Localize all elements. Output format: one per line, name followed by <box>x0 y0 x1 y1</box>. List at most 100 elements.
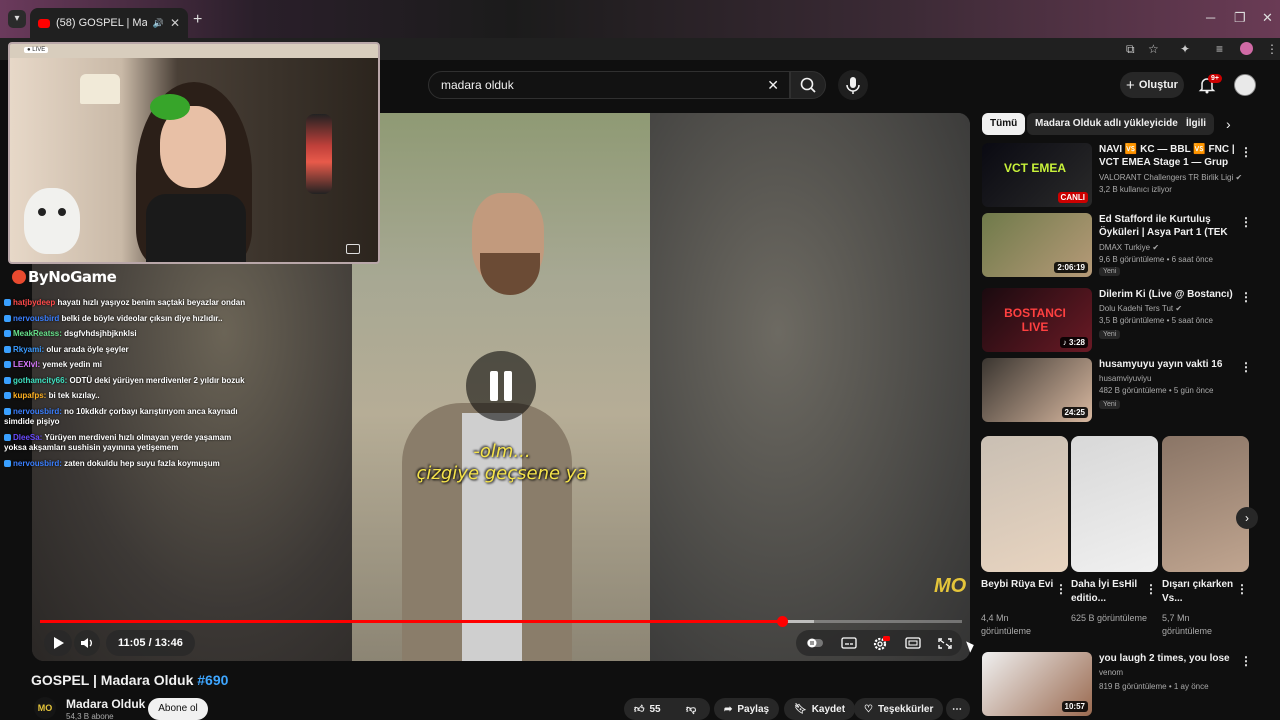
create-label: Oluştur <box>1138 79 1178 91</box>
clear-search-icon[interactable]: ✕ <box>767 77 779 94</box>
recommendation-channel[interactable]: VALORANT Challengers TR Birlik Ligi ✔ <box>1099 173 1242 182</box>
short-title[interactable]: Daha İyi EsHil editio... <box>1071 578 1145 606</box>
recommendation-thumbnail[interactable]: BOSTANCI LIVE ♪ 3:28 <box>982 288 1092 352</box>
voice-search-button[interactable] <box>838 70 868 100</box>
thanks-button[interactable]: ♡ Teşekkürler <box>854 698 944 720</box>
more-options-icon[interactable]: ⋮ <box>1240 145 1252 159</box>
chat-text: dsgfvhdsjhbjknklsi <box>64 329 137 338</box>
more-options-icon[interactable]: ⋮ <box>1145 582 1157 596</box>
recommendation-thumbnail[interactable]: 24:25 <box>982 358 1092 422</box>
more-options-icon[interactable]: ⋮ <box>1240 215 1252 229</box>
video-hashtag[interactable]: #690 <box>197 672 228 688</box>
close-window-button[interactable]: ✕ <box>1262 10 1273 26</box>
recommendation-item[interactable]: 10:57 you laugh 2 times, you lose venom … <box>982 652 1272 718</box>
more-options-icon[interactable]: ⋮ <box>1055 582 1067 596</box>
short-thumbnail[interactable] <box>981 436 1068 572</box>
recommendation-thumbnail[interactable]: 2:06:19 <box>982 213 1092 277</box>
chat-text: olur arada öyle şeyler <box>46 344 129 354</box>
tab-close-icon[interactable]: ✕ <box>170 16 180 30</box>
new-tab-button[interactable]: + <box>193 11 202 29</box>
share-label: Paylaş <box>737 703 770 715</box>
minimize-button[interactable]: ─ <box>1206 10 1215 25</box>
short-title[interactable]: Beybi Rüya Evi <box>981 578 1055 592</box>
save-button[interactable]: 🔖︎ Kaydet <box>784 698 856 720</box>
thanks-heart-icon: ♡ <box>864 703 873 715</box>
more-options-icon[interactable]: ⋮ <box>1236 582 1248 596</box>
recommendation-title[interactable]: husamyuyu yayın vakti 16 <box>1099 358 1239 371</box>
recommendation-channel[interactable]: husamviyuviyu <box>1099 374 1151 383</box>
create-button[interactable]: + Oluştur <box>1120 72 1184 98</box>
autoplay-toggle-icon[interactable] <box>806 636 824 650</box>
progress-bar[interactable] <box>40 616 962 627</box>
more-options-icon[interactable]: ⋮ <box>1240 290 1252 304</box>
chat-badge-icon <box>4 345 11 353</box>
recommendation-title[interactable]: Dilerim Ki (Live @ Bostancı) <box>1099 288 1239 301</box>
more-options-icon[interactable]: ⋮ <box>1240 360 1252 374</box>
chip-all[interactable]: Tümü <box>982 113 1026 135</box>
chat-badge-icon <box>4 299 11 306</box>
mute-button[interactable] <box>74 630 100 656</box>
search-button[interactable] <box>790 71 826 99</box>
short-views: 5,7 Mn görüntüleme <box>1162 613 1213 636</box>
recommendation-meta: 3,2 B kullanıcı izliyor <box>1099 185 1172 194</box>
media-control-icon[interactable]: ≡ <box>1216 42 1223 56</box>
center-pause-button[interactable] <box>466 351 536 421</box>
recommendation-item[interactable]: BOSTANCI LIVE ♪ 3:28 Dilerim Ki (Live @ Bo… <box>982 288 1272 354</box>
play-button[interactable] <box>44 630 72 656</box>
recommendation-thumbnail[interactable]: VCT EMEA CANLI <box>982 143 1092 207</box>
recommendation-item[interactable]: VCT EMEA CANLI NAVI 🆚 KC — BBL 🆚 FNC | VCT… <box>982 143 1272 209</box>
subtitles-icon[interactable] <box>840 636 858 650</box>
restore-button[interactable]: ❐ <box>1234 10 1246 26</box>
recommendation-thumbnail[interactable]: 10:57 <box>982 652 1092 716</box>
chat-text: belki de böyle videolar çıksın diye hızl… <box>61 313 223 323</box>
browser-tab[interactable]: (58) GOSPEL | Madara Olduk 🔊 ✕ <box>30 8 188 38</box>
channel-avatar[interactable]: MO <box>34 697 56 719</box>
chat-message: nervousbird belki de böyle videolar çıks… <box>4 314 254 325</box>
recommendation-channel[interactable]: DMAX Turkiye ✔ <box>1099 243 1159 252</box>
user-avatar[interactable] <box>1234 74 1256 96</box>
recommendation-title[interactable]: NAVI 🆚 KC — BBL 🆚 FNC | VCT EMEA Stage 1… <box>1099 143 1239 171</box>
subscribe-button[interactable]: Abone ol <box>148 698 208 720</box>
shorts-next-button[interactable]: › <box>1236 507 1258 529</box>
cat-eye-left <box>38 208 46 216</box>
duration-badge: 24:25 <box>1061 407 1088 418</box>
recommendation-channel[interactable]: venom <box>1099 668 1123 677</box>
speaker-icon[interactable]: 🔊 <box>153 18 164 29</box>
browser-menu-icon[interactable]: ⋮ <box>1266 42 1278 56</box>
bookmark-star-icon[interactable]: ☆ <box>1148 42 1159 56</box>
channel-name[interactable]: Madara Olduk <box>66 697 145 711</box>
short-thumbnail[interactable] <box>1071 436 1158 572</box>
thumbs-down-icon: 👎︎ <box>686 704 697 715</box>
short-thumbnail[interactable] <box>1162 436 1249 572</box>
channel-watermark[interactable]: MO <box>934 575 966 598</box>
install-app-icon[interactable]: ⧉ <box>1126 42 1135 57</box>
more-options-icon[interactable]: ⋮ <box>1240 654 1252 668</box>
recommendation-item[interactable]: 2:06:19 Ed Stafford ile Kurtuluş Öyküleri… <box>982 213 1272 279</box>
recommendation-title[interactable]: you laugh 2 times, you lose <box>1099 652 1239 665</box>
settings-gear-icon[interactable] <box>872 636 890 652</box>
tab-search-chevron-icon[interactable]: ▾ <box>8 10 26 28</box>
chat-badge-icon <box>4 361 11 368</box>
chip-related[interactable]: İlgili <box>1178 113 1214 135</box>
search-input[interactable]: madara olduk ✕ <box>428 71 790 99</box>
recommendation-channel[interactable]: Dolu Kadehi Ters Tut ✔ <box>1099 304 1182 313</box>
duration-badge: 10:57 <box>1061 701 1088 712</box>
recommendation-title[interactable]: Ed Stafford ile Kurtuluş Öyküleri | Asya… <box>1099 213 1239 241</box>
more-actions-button[interactable]: ⋯ <box>946 698 970 720</box>
chips-next-chevron-icon[interactable]: › <box>1226 116 1231 132</box>
dislike-button[interactable]: 👎︎ <box>676 698 710 720</box>
browser-profile-avatar[interactable] <box>1240 42 1253 55</box>
extensions-icon[interactable]: ✦ <box>1180 42 1190 56</box>
chat-message: hatjbydeep hayatı hızlı yaşıyoz benim sa… <box>4 298 254 309</box>
frog-headphones-shape <box>150 94 190 120</box>
chip-from-uploader[interactable]: Madara Olduk adlı yükleyiciden <box>1027 113 1192 135</box>
share-button[interactable]: ➦ Paylaş <box>714 698 780 720</box>
chat-badge-icon <box>4 433 11 441</box>
recommendation-item[interactable]: 24:25 husamyuyu yayın vakti 16 husamviyuvi… <box>982 358 1272 424</box>
thumbnail-text: BOSTANCI LIVE <box>1004 306 1066 334</box>
chat-message: LEXlvl: yemek yedin mi <box>4 360 254 371</box>
like-button[interactable]: 👍︎ 55 <box>624 698 676 720</box>
theater-mode-icon[interactable] <box>904 636 922 650</box>
fullscreen-icon[interactable] <box>936 636 954 650</box>
short-title[interactable]: Dışarı çıkarken Vs... <box>1162 578 1236 606</box>
